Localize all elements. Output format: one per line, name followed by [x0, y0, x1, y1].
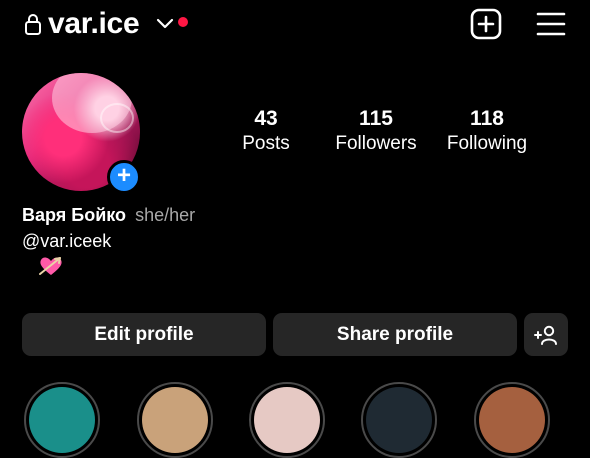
display-name: Варя Бойко: [22, 205, 127, 225]
followers-stat[interactable]: 115 Followers: [326, 106, 426, 156]
heart-with-arrow-icon: [39, 257, 62, 275]
menu-icon[interactable]: [536, 11, 566, 37]
following-label: Following: [446, 133, 528, 154]
chevron-down-icon[interactable]: [156, 17, 174, 29]
story-highlight[interactable]: [474, 382, 550, 458]
story-highlight[interactable]: [361, 382, 437, 458]
story-highlight[interactable]: [249, 382, 325, 458]
story-highlight[interactable]: [137, 382, 213, 458]
pronouns: she/her: [135, 205, 196, 225]
highlight-cover: [254, 387, 320, 453]
top-bar: var.ice: [0, 0, 590, 50]
new-post-icon[interactable]: [470, 8, 502, 40]
highlight-cover: [366, 387, 432, 453]
followers-count: 115: [359, 107, 393, 130]
profile-handle[interactable]: @var.iceek: [22, 229, 111, 253]
followers-label: Followers: [335, 133, 417, 154]
edit-profile-button[interactable]: Edit profile: [22, 313, 266, 356]
highlight-cover: [142, 387, 208, 453]
profile-name-line: Варя Бойко she/her: [22, 203, 195, 227]
add-person-icon: [534, 325, 557, 345]
posts-label: Posts: [242, 133, 290, 154]
highlight-cover: [479, 387, 545, 453]
posts-stat[interactable]: 43 Posts: [226, 106, 306, 156]
story-highlight[interactable]: [24, 382, 100, 458]
posts-count: 43: [254, 107, 278, 130]
following-stat[interactable]: 118 Following: [436, 106, 538, 156]
discover-people-button[interactable]: [524, 313, 568, 356]
add-story-button[interactable]: +: [107, 160, 141, 194]
notification-dot: [178, 17, 188, 27]
lock-icon: [25, 14, 41, 35]
share-profile-button[interactable]: Share profile: [273, 313, 517, 356]
following-count: 118: [470, 107, 504, 130]
username-title[interactable]: var.ice: [48, 5, 140, 43]
avatar-glasses: [100, 103, 134, 133]
highlight-cover: [29, 387, 95, 453]
